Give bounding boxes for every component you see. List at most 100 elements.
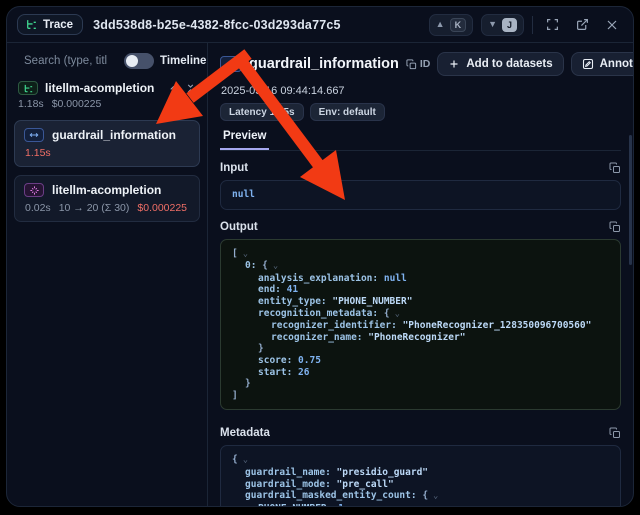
json-key: recognition_metadata: (258, 308, 384, 319)
json-key: score: (258, 355, 298, 366)
output-json-viewer: [ ⌄0: { ⌄analysis_explanation: nullend: … (220, 239, 621, 411)
json-key: start: (258, 367, 298, 378)
json-key: recognizer_identifier: (271, 320, 403, 331)
metadata-json-viewer: { ⌄guardrail_name: "presidio_guard"guard… (220, 445, 621, 506)
collapse-chevron-icon[interactable]: ⌄ (238, 249, 248, 259)
close-button[interactable] (601, 14, 623, 36)
annotate-split-button: Annotate (571, 52, 633, 76)
json-key: 0: (245, 260, 262, 271)
json-line: 0: { ⌄ (232, 260, 609, 273)
collapse-up-icon[interactable] (168, 83, 179, 94)
topbar-separator (532, 16, 533, 34)
timeline-toggle[interactable] (124, 53, 154, 69)
json-bracket: } (245, 378, 251, 389)
scrollbar-thumb[interactable] (629, 135, 632, 265)
open-external-button[interactable] (571, 14, 593, 36)
shortcut-key-k: K (450, 18, 467, 32)
nav-next-button[interactable]: ▼ J (481, 14, 524, 36)
json-key: guardrail_name: (245, 467, 337, 478)
trace-tree-icon (23, 83, 34, 94)
sparkle-icon (29, 185, 40, 196)
item-latency: 0.02s (25, 202, 51, 214)
json-line: } (232, 343, 609, 355)
json-key: analysis_explanation: (258, 273, 384, 284)
item-latency: 1.15s (25, 147, 51, 159)
search-input[interactable] (24, 55, 112, 67)
json-line: recognition_metadata: { ⌄ (232, 308, 609, 321)
input-json-viewer: null (220, 180, 621, 210)
root-latency: 1.18s (18, 98, 44, 110)
json-bracket: ] (232, 390, 238, 401)
env-badge: Env: default (310, 103, 385, 121)
json-value: 0.75 (298, 355, 321, 366)
json-line: guardrail_mode: "pre_call" (232, 479, 609, 491)
copy-icon (609, 162, 621, 174)
annotate-label: Annotate (600, 58, 633, 70)
tree-item-guardrail-information[interactable]: guardrail_information 1.15s (14, 120, 200, 167)
span-icon-pill (24, 128, 44, 142)
page-title: guardrail_information (249, 56, 399, 72)
copy-input-button[interactable] (609, 162, 621, 174)
json-line: entity_type: "PHONE_NUMBER" (232, 296, 609, 308)
item-cost: $0.000225 (137, 202, 187, 214)
output-section-title: Output (220, 221, 258, 233)
tree-root-label: litellm-acompletion (45, 81, 154, 95)
copy-icon (609, 221, 621, 233)
add-to-datasets-label: Add to datasets (466, 58, 552, 70)
plus-icon (448, 58, 460, 70)
tree-item-label: litellm-acompletion (52, 183, 161, 197)
json-value: 1 (338, 503, 344, 506)
span-arrows-icon (225, 59, 238, 70)
tree-root-item[interactable]: litellm-acompletion 1.18s $0.000225 (14, 79, 200, 112)
latency-badge: Latency 1.15s (220, 103, 304, 121)
copy-icon (609, 427, 621, 439)
json-line: end: 41 (232, 284, 609, 296)
json-value: "PHONE_NUMBER" (332, 296, 412, 307)
nav-previous-button[interactable]: ▲ K (429, 14, 473, 36)
close-icon (606, 19, 618, 31)
collapse-chevron-icon[interactable]: ⌄ (238, 455, 248, 465)
json-key: recognizer_name: (271, 332, 368, 343)
json-value: 26 (298, 367, 309, 378)
json-line: } (232, 378, 609, 390)
trace-type-badge: Trace (17, 14, 83, 35)
collapse-chevron-icon[interactable]: ⌄ (428, 491, 438, 501)
edit-pen-icon (582, 58, 594, 70)
expand-button[interactable] (541, 14, 563, 36)
json-value: "PhoneRecognizer_128350096700560" (403, 320, 592, 331)
json-value: "pre_call" (337, 479, 394, 490)
generation-icon-pill (24, 183, 44, 197)
json-line: ] (232, 390, 609, 402)
span-arrows-icon (28, 130, 40, 140)
input-section-title: Input (220, 162, 248, 174)
observation-detail-panel: guardrail_information ID Add to datasets (208, 43, 633, 506)
tree-item-litellm-acompletion[interactable]: litellm-acompletion 0.02s 10 → 20 (Σ 30)… (14, 175, 200, 222)
json-line: null (232, 189, 609, 201)
json-value: null (232, 189, 255, 200)
copy-id-button[interactable]: ID (406, 58, 431, 70)
json-line: guardrail_name: "presidio_guard" (232, 467, 609, 479)
json-line: analysis_explanation: null (232, 273, 609, 285)
json-value: "presidio_guard" (337, 467, 429, 478)
copy-icon (406, 59, 417, 70)
json-value: "PhoneRecognizer" (368, 332, 465, 343)
json-line: [ ⌄ (232, 248, 609, 261)
collapse-all-icon[interactable] (185, 83, 196, 94)
timeline-toggle-label: Timeline (160, 55, 206, 67)
maximize-icon (546, 18, 559, 31)
external-link-icon (576, 18, 589, 31)
json-key: guardrail_masked_entity_count: (245, 490, 422, 501)
collapse-chevron-icon[interactable]: ⌄ (390, 309, 400, 319)
tree-item-label: guardrail_information (52, 128, 176, 142)
json-line: start: 26 (232, 367, 609, 379)
annotate-button[interactable]: Annotate (572, 53, 633, 75)
json-line: guardrail_masked_entity_count: { ⌄ (232, 490, 609, 503)
tab-preview[interactable]: Preview (220, 130, 269, 150)
copy-metadata-button[interactable] (609, 427, 621, 439)
copy-output-button[interactable] (609, 221, 621, 233)
copy-id-label: ID (420, 58, 431, 70)
chevron-up-icon: ▲ (436, 20, 445, 29)
collapse-chevron-icon[interactable]: ⌄ (268, 261, 278, 271)
json-line: { ⌄ (232, 454, 609, 467)
add-to-datasets-button[interactable]: Add to datasets (437, 52, 563, 76)
